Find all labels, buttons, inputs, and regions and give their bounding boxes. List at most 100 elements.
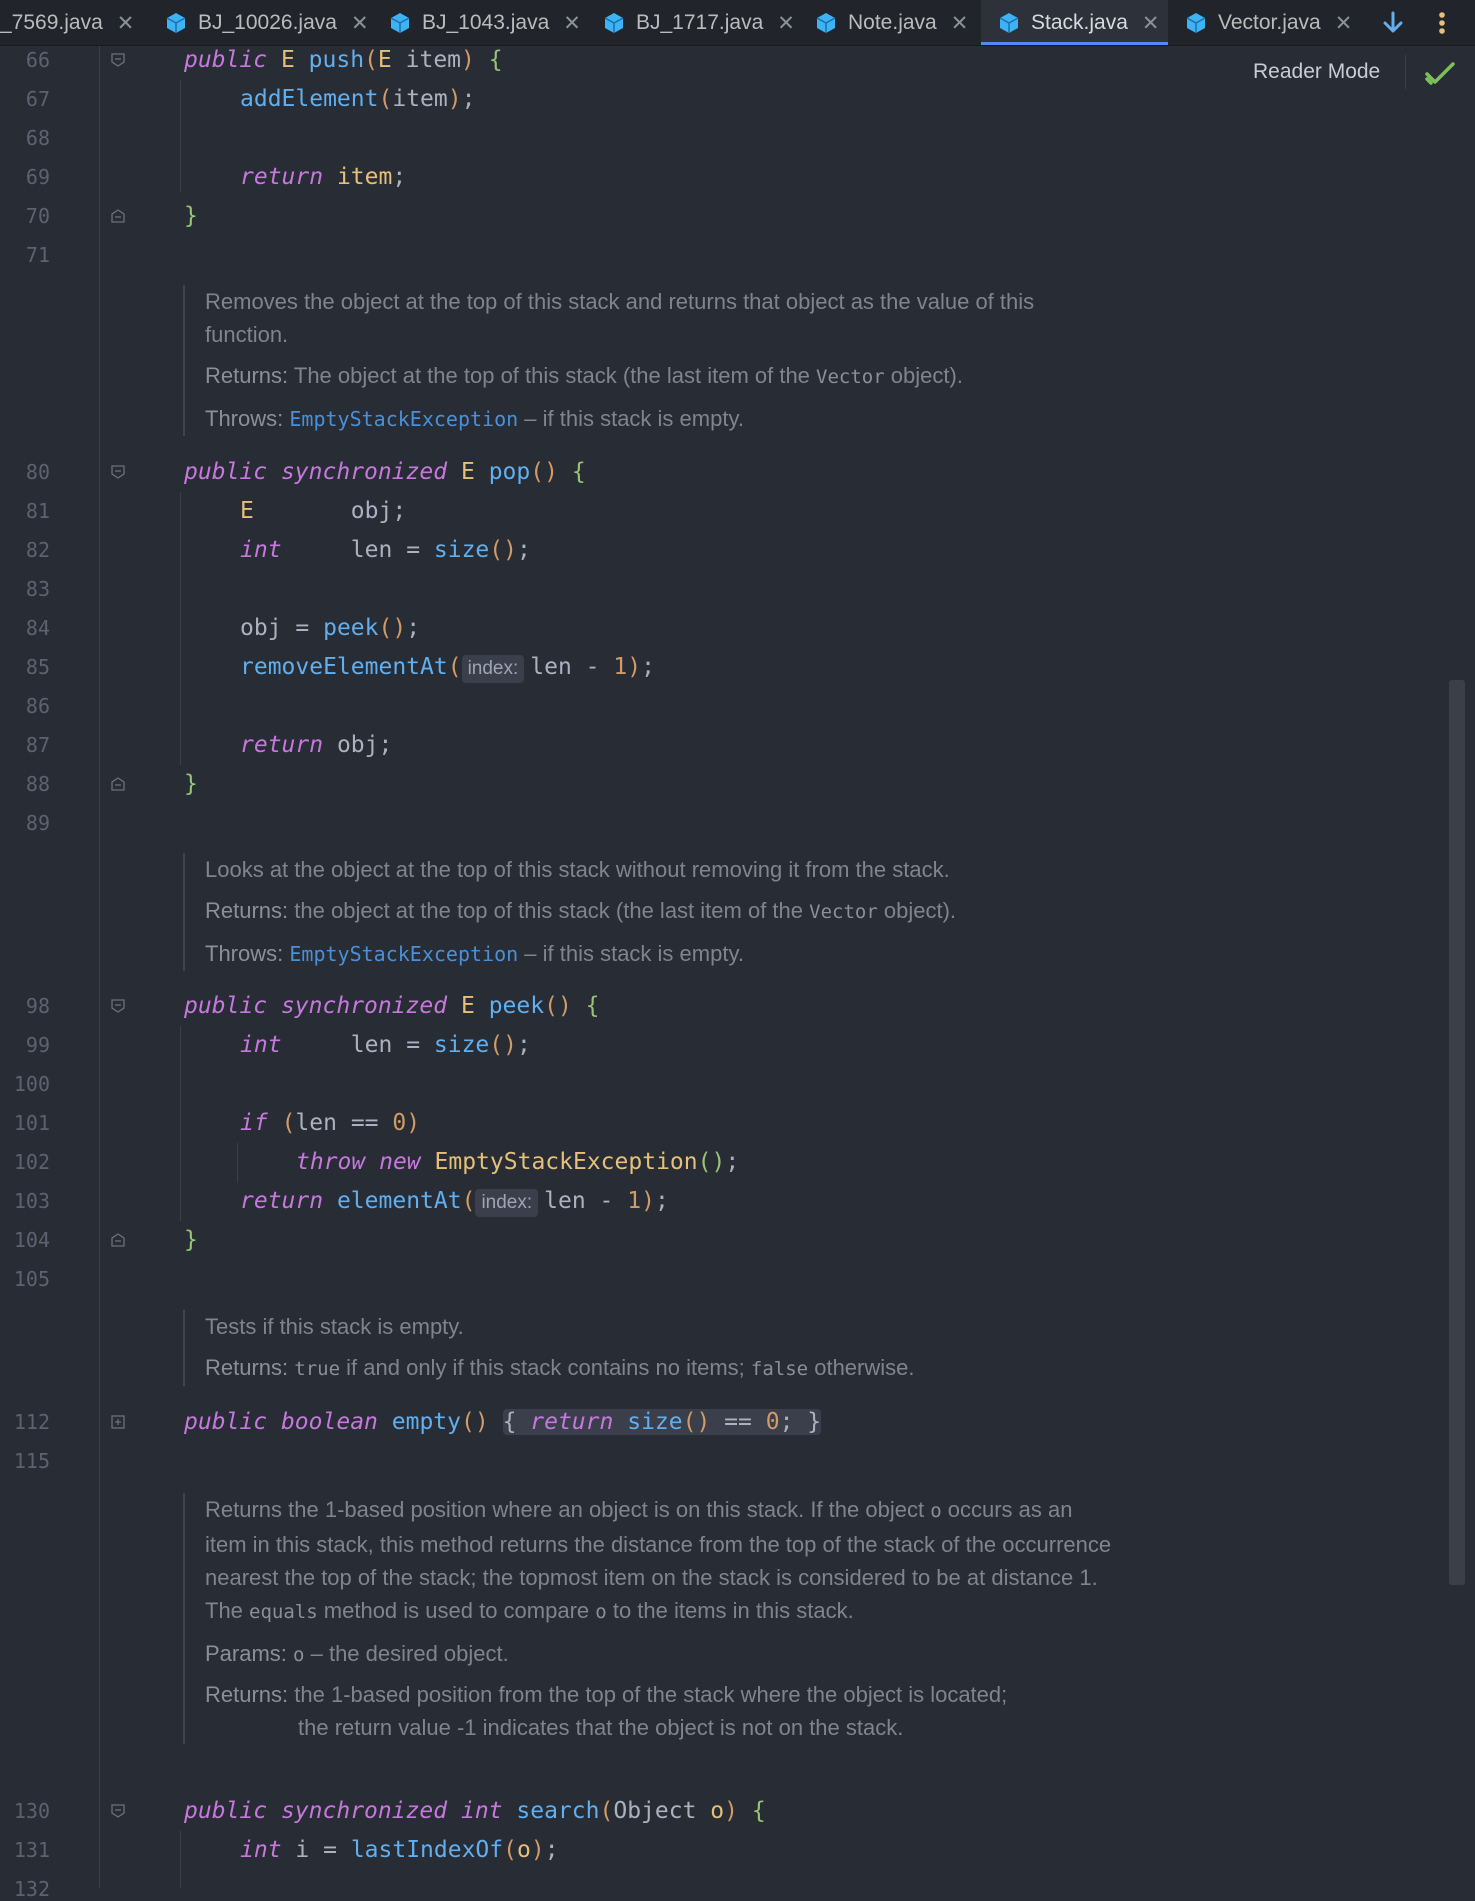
fold-collapse-icon[interactable] bbox=[110, 1803, 126, 1819]
line-number-gutter bbox=[0, 46, 100, 1888]
fold-end-icon[interactable] bbox=[110, 1232, 126, 1248]
line-number: 84 bbox=[25, 616, 50, 640]
paren: ( bbox=[447, 654, 462, 680]
code-line[interactable]: removeElementAt(index: len - 1); bbox=[240, 653, 655, 683]
tab-label: BJ_10026.java bbox=[198, 11, 337, 34]
scrollbar-thumb[interactable] bbox=[1449, 680, 1465, 1585]
java-class-icon bbox=[604, 13, 624, 33]
keyword: public bbox=[184, 1409, 268, 1435]
line-number: 87 bbox=[25, 733, 50, 757]
close-icon[interactable]: ✕ bbox=[951, 11, 969, 36]
code-line[interactable]: return elementAt(index: len - 1); bbox=[240, 1187, 669, 1217]
paren: ( bbox=[599, 1798, 614, 1824]
brace: } bbox=[184, 771, 198, 797]
tab-bj-1717[interactable]: BJ_1717.java ✕ bbox=[602, 0, 795, 45]
doc-code: Vector bbox=[809, 901, 878, 923]
line-number: 83 bbox=[25, 577, 50, 601]
paren: ( bbox=[281, 1110, 296, 1136]
code-line[interactable]: int len = size(); bbox=[240, 536, 531, 564]
semicolon: ; bbox=[516, 537, 531, 563]
code-line[interactable]: int i = lastIndexOf(o); bbox=[240, 1836, 559, 1864]
tab-bj-1043[interactable]: BJ_1043.java ✕ bbox=[388, 0, 581, 45]
folded-region[interactable]: { return size() == 0; } bbox=[502, 1409, 822, 1435]
fold-end-icon[interactable] bbox=[110, 208, 126, 224]
keyword: throw bbox=[296, 1149, 366, 1175]
doc-summary: Tests if this stack is empty. bbox=[205, 1314, 464, 1339]
code-line-push-signature[interactable]: public E push(E item) { bbox=[184, 46, 503, 74]
close-icon[interactable]: ✕ bbox=[1335, 11, 1353, 36]
keyword: return bbox=[530, 1409, 614, 1435]
paren: ( bbox=[503, 1837, 517, 1863]
identifier: len bbox=[350, 537, 393, 563]
tab-stack[interactable]: Stack.java ✕ bbox=[981, 0, 1168, 45]
tab-label: Stack.java bbox=[1031, 11, 1128, 34]
doc-summary: Returns the 1-based position where an ob… bbox=[205, 1493, 1113, 1629]
toolbar-divider bbox=[1405, 55, 1406, 89]
code-line[interactable]: int len = size(); bbox=[240, 1031, 531, 1059]
code-line[interactable]: } bbox=[184, 1226, 198, 1254]
code-line[interactable]: obj = peek(); bbox=[240, 614, 420, 642]
fold-collapse-icon[interactable] bbox=[110, 464, 126, 480]
java-class-icon bbox=[1186, 13, 1206, 33]
fold-collapse-icon[interactable] bbox=[110, 52, 126, 68]
paren: ( bbox=[364, 47, 378, 73]
method-name: peek bbox=[488, 993, 545, 1019]
fold-expand-icon[interactable] bbox=[110, 1414, 126, 1430]
code-line[interactable]: if (len == 0) bbox=[240, 1109, 420, 1137]
paren: () bbox=[461, 1409, 489, 1435]
code-line-peek-signature[interactable]: public synchronized E peek() { bbox=[184, 992, 600, 1020]
line-number: 98 bbox=[25, 994, 50, 1018]
keyword: boolean bbox=[280, 1409, 378, 1435]
doc-link[interactable]: EmptyStackException bbox=[289, 407, 518, 431]
keyword: int bbox=[240, 537, 282, 563]
more-actions-icon[interactable] bbox=[1432, 8, 1452, 38]
line-number: 81 bbox=[25, 499, 50, 523]
paren: ) bbox=[530, 1837, 545, 1863]
code-line[interactable]: addElement(item); bbox=[240, 85, 475, 113]
code-line[interactable]: return obj; bbox=[240, 731, 392, 759]
line-number: 131 bbox=[13, 1838, 50, 1862]
line-number: 66 bbox=[25, 48, 50, 72]
paren: () bbox=[682, 1409, 711, 1435]
doc-link[interactable]: EmptyStackException bbox=[289, 942, 518, 966]
reader-mode-button[interactable]: Reader Mode bbox=[1253, 60, 1380, 84]
paren: ( bbox=[461, 1188, 476, 1214]
line-number: 80 bbox=[25, 460, 50, 484]
close-icon[interactable]: ✕ bbox=[1142, 11, 1160, 36]
tab-7569[interactable]: _7569.java ✕ bbox=[0, 0, 150, 45]
method-name: search bbox=[516, 1798, 600, 1824]
close-icon[interactable]: ✕ bbox=[777, 11, 795, 36]
fold-collapse-icon[interactable] bbox=[110, 998, 126, 1014]
code-line[interactable]: throw new EmptyStackException(); bbox=[296, 1148, 739, 1176]
code-line[interactable]: E obj; bbox=[240, 497, 406, 525]
method-call: lastIndexOf bbox=[350, 1837, 504, 1863]
keyword: synchronized bbox=[280, 1798, 448, 1824]
close-icon[interactable]: ✕ bbox=[351, 11, 369, 36]
doc-code: o bbox=[595, 1601, 607, 1623]
code-line[interactable]: } bbox=[184, 770, 198, 798]
code-line[interactable]: return item; bbox=[240, 163, 406, 191]
close-icon[interactable]: ✕ bbox=[117, 11, 135, 36]
code-line[interactable]: } bbox=[184, 202, 198, 230]
code-line-search-signature[interactable]: public synchronized int search(Object o)… bbox=[184, 1797, 766, 1825]
method-call: size bbox=[433, 537, 490, 563]
tab-vector[interactable]: Vector.java ✕ bbox=[1184, 0, 1354, 45]
line-number: 89 bbox=[25, 811, 50, 835]
identifier: obj bbox=[350, 498, 393, 524]
code-line-empty-signature[interactable]: public boolean empty() { return size() =… bbox=[184, 1408, 822, 1436]
tab-label: BJ_1717.java bbox=[636, 11, 764, 34]
identifier: len bbox=[295, 1110, 337, 1136]
doc-code: Vector bbox=[816, 366, 885, 388]
fold-end-icon[interactable] bbox=[110, 776, 126, 792]
tab-note[interactable]: Note.java ✕ bbox=[814, 0, 974, 45]
paren: ) bbox=[641, 1188, 655, 1214]
doc-text: – if this stack is empty. bbox=[518, 941, 744, 966]
line-number: 68 bbox=[25, 126, 50, 150]
code-line-pop-signature[interactable]: public synchronized E pop() { bbox=[184, 458, 586, 486]
tab-bj-10026[interactable]: BJ_10026.java ✕ bbox=[164, 0, 369, 45]
semicolon: ; bbox=[654, 1188, 669, 1214]
close-icon[interactable]: ✕ bbox=[563, 11, 581, 36]
show-hidden-tabs-icon[interactable] bbox=[1378, 8, 1408, 38]
code-editor[interactable]: public E push(E item) { addElement(item)… bbox=[0, 0, 1475, 1888]
keyword: int bbox=[240, 1032, 282, 1058]
